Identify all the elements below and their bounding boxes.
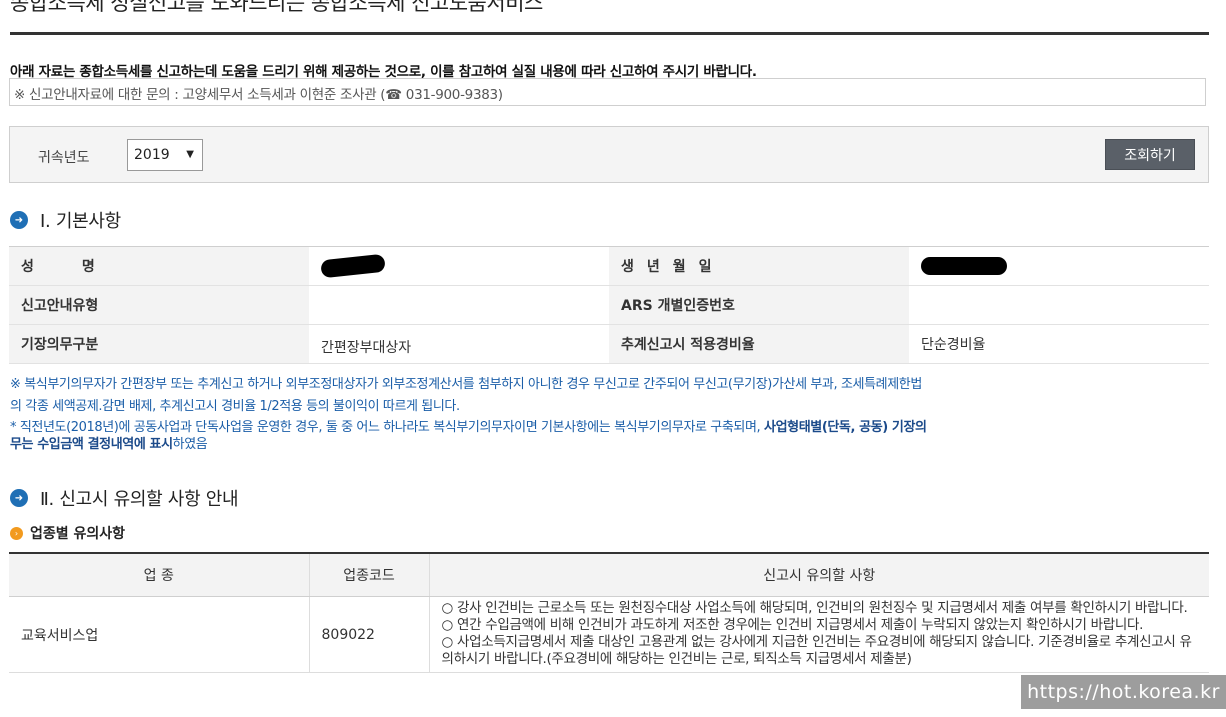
year-select[interactable]: 2019 ▼ bbox=[127, 139, 203, 171]
page-title: 종합소득세 성실신고를 도와드리는 종합소득세 신고도움서비스 bbox=[10, 0, 543, 15]
caution-header: 신고시 유의할 사항 bbox=[428, 552, 1209, 597]
section-caution-title: ➜ Ⅱ. 신고시 유의할 사항 안내 bbox=[10, 485, 239, 511]
title-divider bbox=[10, 32, 1209, 35]
guide-type-value bbox=[309, 285, 609, 325]
caution-item: ○ 강사 인건비는 근로소득 또는 원천징수대상 사업소득에 해당되며, 인건비… bbox=[441, 600, 1188, 616]
arrow-circle-icon: ➜ bbox=[10, 211, 28, 229]
bookkeeping-value: 간편장부대상자 bbox=[309, 324, 609, 364]
table-row: 기장의무구분 간편장부대상자 추계신고시 적용경비율 단순경비율 bbox=[9, 324, 1209, 364]
caution-item: ○ 연간 수입금액에 비해 인건비가 과도하게 저조한 경우에는 인건비 지급명… bbox=[441, 617, 1144, 633]
section-basic-title: ➜ Ⅰ. 기본사항 bbox=[10, 207, 121, 233]
basic-info-table: 성명 생년월일 신고안내유형 ARS 개별인증번호 기장의무구분 간편장부대상자… bbox=[9, 246, 1209, 364]
industry-caution-table: 업 종 업종코드 신고시 유의할 사항 교육서비스업 809022 ○ 강사 인… bbox=[9, 552, 1209, 673]
industry-cell: 교육서비스업 bbox=[9, 596, 309, 673]
redaction-mark bbox=[921, 257, 1007, 275]
table-header-row: 업 종 업종코드 신고시 유의할 사항 bbox=[9, 552, 1209, 597]
search-bar: 귀속년도 2019 ▼ 조회하기 bbox=[9, 126, 1209, 183]
bookkeeping-label: 기장의무구분 bbox=[9, 324, 309, 364]
year-select-value: 2019 bbox=[134, 147, 170, 163]
search-button[interactable]: 조회하기 bbox=[1105, 139, 1195, 170]
section-basic-heading: Ⅰ. 기본사항 bbox=[40, 211, 121, 232]
table-row: 신고안내유형 ARS 개별인증번호 bbox=[9, 285, 1209, 325]
notice-text: 아래 자료는 종합소득세를 신고하는데 도움을 드리기 위해 제공하는 것으로,… bbox=[10, 64, 757, 80]
expense-rate-label: 추계신고시 적용경비율 bbox=[609, 324, 909, 364]
table-row: 성명 생년월일 bbox=[9, 246, 1209, 286]
note-business-2: 무는 수입금액 결정내역에 표시하였음 bbox=[10, 437, 208, 452]
inquiry-box: ※ 신고안내자료에 대한 문의 : 고양세무서 소득세과 이현준 조사관 (☎ … bbox=[9, 78, 1206, 106]
birthdate-value bbox=[909, 246, 1209, 286]
inquiry-text: ※ 신고안내자료에 대한 문의 : 고양세무서 소득세과 이현준 조사관 (☎ … bbox=[14, 87, 503, 103]
caution-item: ○ 사업소득지급명세서 제출 대상인 고용관계 없는 강사에게 지급한 인건비는… bbox=[441, 634, 1192, 667]
table-row: 교육서비스업 809022 ○ 강사 인건비는 근로소득 또는 원천징수대상 사… bbox=[9, 596, 1209, 673]
note-bookkeeping-1: ※ 복식부기의무자가 간편장부 또는 추계신고 하거나 외부조정대상자가 외부조… bbox=[10, 377, 922, 392]
caution-cell: ○ 강사 인건비는 근로소득 또는 원천징수대상 사업소득에 해당되며, 인건비… bbox=[428, 596, 1209, 673]
arrow-circle-icon: ➜ bbox=[10, 489, 28, 507]
year-label: 귀속년도 bbox=[38, 150, 90, 166]
section-caution-heading: Ⅱ. 신고시 유의할 사항 안내 bbox=[40, 489, 239, 510]
name-value bbox=[309, 246, 609, 286]
code-header: 업종코드 bbox=[308, 552, 429, 597]
chevron-down-icon: ▼ bbox=[186, 149, 194, 160]
industry-caution-subtitle: › 업종별 유의사항 bbox=[10, 523, 125, 543]
expense-rate-value: 단순경비율 bbox=[909, 324, 1209, 364]
name-label: 성명 bbox=[9, 246, 309, 286]
ars-number-value bbox=[909, 285, 1209, 325]
ars-number-label: ARS 개별인증번호 bbox=[609, 285, 909, 325]
industry-header: 업 종 bbox=[9, 552, 309, 597]
birthdate-label: 생년월일 bbox=[609, 246, 909, 286]
note-bookkeeping-2: 의 각종 세액공제.감면 배제, 추계신고시 경비율 1/2적용 등의 불이익이… bbox=[10, 399, 460, 414]
watermark: https://hot.korea.kr bbox=[1021, 675, 1226, 709]
code-cell: 809022 bbox=[308, 596, 429, 673]
guide-type-label: 신고안내유형 bbox=[9, 285, 309, 325]
redaction-mark bbox=[320, 253, 386, 279]
chevron-right-icon: › bbox=[10, 526, 23, 540]
